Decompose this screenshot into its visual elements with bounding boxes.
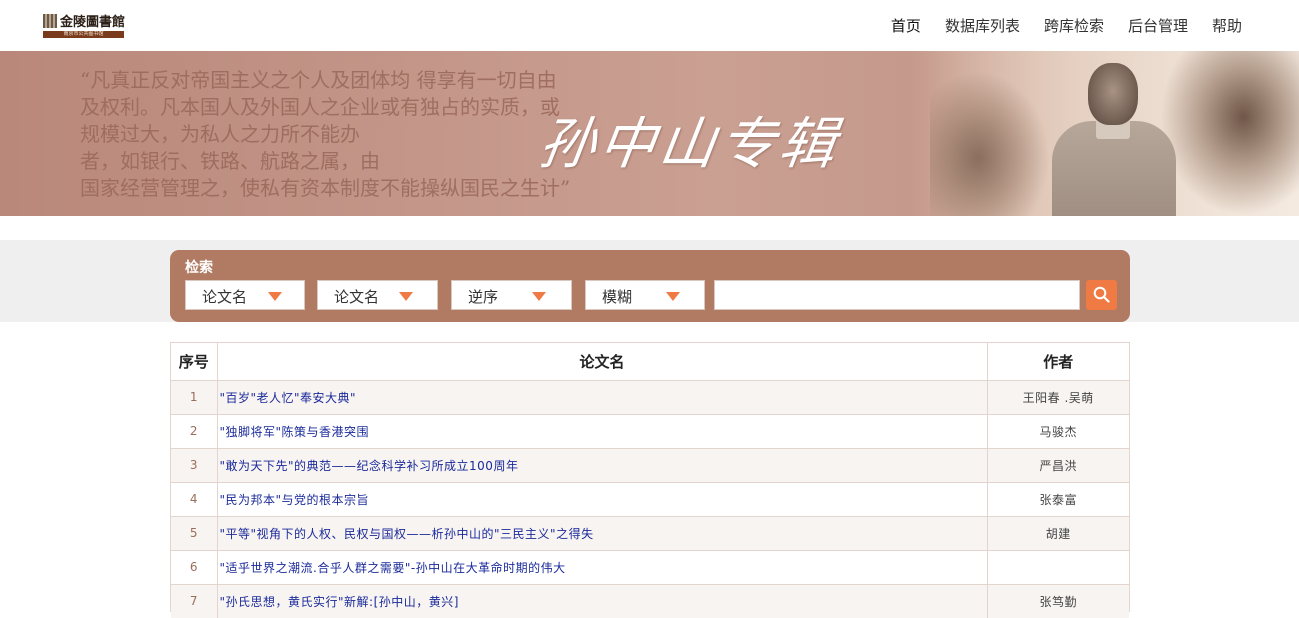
quote-line: “凡真正反对帝国主义之个人及团体均 得享有一切自由 — [80, 68, 557, 92]
row-number: 5 — [171, 515, 217, 550]
paper-title-link[interactable]: "适乎世界之潮流.合乎人群之需要"-孙中山在大革命时期的伟大 — [218, 561, 566, 575]
header-no[interactable]: 序号 — [171, 343, 217, 381]
match-select[interactable]: 模糊 — [585, 280, 705, 310]
nav-cross-search[interactable]: 跨库检索 — [1044, 14, 1104, 38]
row-number: 6 — [171, 549, 217, 584]
table-row: 5 "平等"视角下的人权、民权与国权——析孙中山的"三民主义"之得失 胡建 — [171, 515, 1129, 550]
table-row: 4 "民为邦本"与党的根本宗旨 张泰富 — [171, 481, 1129, 516]
header-author[interactable]: 作者 — [986, 343, 1129, 381]
order-select-value: 逆序 — [468, 288, 499, 306]
chevron-down-icon — [399, 292, 413, 301]
quote-line: 及权利。凡本国人及外国人之企业或有独占的实质，或 — [80, 95, 560, 119]
row-number: 7 — [171, 583, 217, 618]
table-row: 1 "百岁"老人忆"奉安大典" 王阳春 .吴萌 — [171, 379, 1129, 414]
portrait-image — [1040, 59, 1180, 216]
landscape-rocks-image — [930, 71, 1050, 216]
paper-title-link[interactable]: "敢为天下先"的典范——纪念科学补习所成立100周年 — [218, 459, 519, 473]
paper-title-link[interactable]: "独脚将军"陈策与香港突围 — [218, 425, 370, 439]
quote-line: 规模过大，为私人之力所不能办 — [80, 122, 360, 146]
nav-admin[interactable]: 后台管理 — [1128, 14, 1188, 38]
row-author: 马骏杰 — [986, 413, 1129, 448]
table-row: 2 "独脚将军"陈策与香港突围 马骏杰 — [171, 413, 1129, 448]
main-nav: 首页 数据库列表 跨库检索 后台管理 帮助 — [867, 14, 1242, 38]
nav-home[interactable]: 首页 — [891, 14, 921, 38]
field-select-2-value: 论文名 — [334, 288, 380, 306]
match-select-value: 模糊 — [602, 288, 633, 306]
paper-title-link[interactable]: "百岁"老人忆"奉安大典" — [218, 391, 357, 405]
search-button[interactable] — [1086, 280, 1117, 310]
chevron-down-icon — [532, 292, 546, 301]
row-author: 严昌洪 — [986, 447, 1129, 482]
field-select-2[interactable]: 论文名 — [317, 280, 438, 310]
table-row: 7 "孙氏思想，黄氏实行"新解:[孙中山，黄兴] 张笃勤 — [171, 583, 1129, 618]
chevron-down-icon — [268, 292, 282, 301]
library-logo[interactable]: 金陵圖書館 南京市公共图书馆 — [43, 12, 126, 38]
search-panel: 检索 论文名 论文名 逆序 模糊 — [170, 250, 1130, 322]
order-select[interactable]: 逆序 — [451, 280, 572, 310]
table-row: 6 "适乎世界之潮流.合乎人群之需要"-孙中山在大革命时期的伟大 — [171, 549, 1129, 584]
paper-title-link[interactable]: "孙氏思想，黄氏实行"新解:[孙中山，黄兴] — [218, 595, 459, 609]
search-title: 检索 — [185, 260, 213, 276]
row-author: 张泰富 — [986, 481, 1129, 516]
field-select-1[interactable]: 论文名 — [185, 280, 305, 310]
header-name[interactable]: 论文名 — [216, 343, 987, 381]
quote-line: 者，如银行、铁路、航路之属，由 — [80, 149, 380, 173]
row-number: 1 — [171, 379, 217, 414]
landscape-pine-image — [1160, 51, 1299, 216]
quote-line: 国家经营管理之，使私有资本制度不能操纵国民之生计” — [80, 176, 571, 200]
search-icon — [1093, 286, 1110, 303]
row-number: 3 — [171, 447, 217, 482]
logo-seal-icon — [43, 14, 57, 28]
nav-database-list[interactable]: 数据库列表 — [945, 14, 1020, 38]
table-row: 3 "敢为天下先"的典范——纪念科学补习所成立100周年 严昌洪 — [171, 447, 1129, 482]
nav-help[interactable]: 帮助 — [1212, 14, 1242, 38]
table-header-row: 序号 论文名 作者 — [171, 343, 1129, 381]
field-select-1-value: 论文名 — [202, 288, 248, 306]
banner-quote: “凡真正反对帝国主义之个人及团体均 得享有一切自由 及权利。凡本国人及外国人之企… — [80, 67, 571, 202]
search-input[interactable] — [714, 280, 1080, 310]
row-number: 4 — [171, 481, 217, 516]
row-author: 胡建 — [986, 515, 1129, 550]
results-table: 序号 论文名 作者 1 "百岁"老人忆"奉安大典" 王阳春 .吴萌 2 "独脚将… — [170, 342, 1130, 618]
paper-title-link[interactable]: "民为邦本"与党的根本宗旨 — [218, 493, 370, 507]
row-number: 2 — [171, 413, 217, 448]
banner-calligraphy-title: 孙中山专辑 — [534, 112, 844, 177]
row-author: 王阳春 .吴萌 — [986, 379, 1129, 414]
paper-title-link[interactable]: "平等"视角下的人权、民权与国权——析孙中山的"三民主义"之得失 — [218, 527, 594, 541]
logo-name: 金陵圖書館 — [60, 15, 126, 30]
logo-subtitle: 南京市公共图书馆 — [43, 31, 124, 38]
row-author: 张笃勤 — [986, 583, 1129, 618]
top-header: 金陵圖書館 南京市公共图书馆 首页 数据库列表 跨库检索 后台管理 帮助 — [0, 0, 1299, 51]
row-author — [986, 549, 1129, 584]
banner: “凡真正反对帝国主义之个人及团体均 得享有一切自由 及权利。凡本国人及外国人之企… — [0, 51, 1299, 216]
chevron-down-icon — [666, 292, 680, 301]
